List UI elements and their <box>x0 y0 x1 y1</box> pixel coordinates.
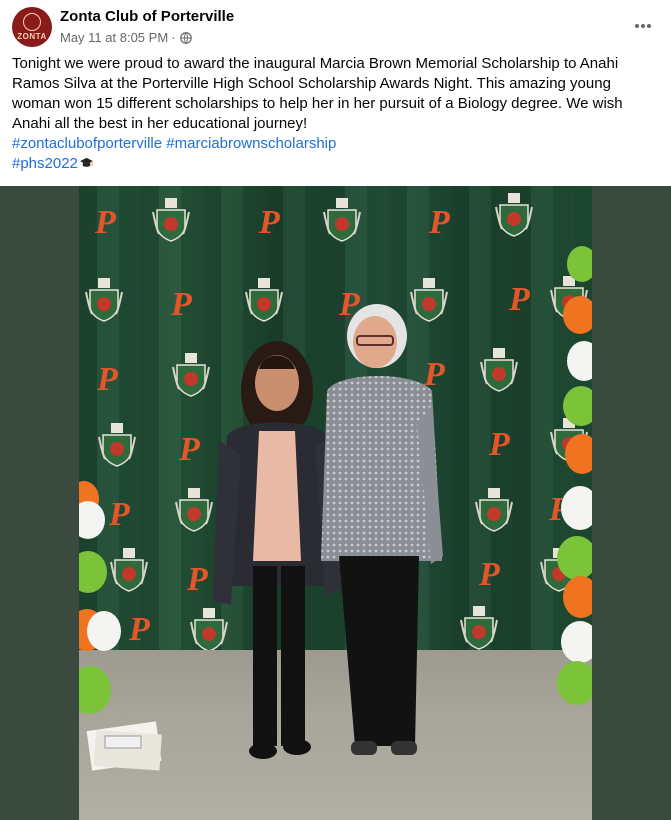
post-photo[interactable]: P P P P P P P P P P P P P P P <box>79 186 592 820</box>
hashtag-link[interactable]: #zontaclubofporterville <box>12 135 162 152</box>
post-body: Tonight we were proud to award the inaug… <box>12 54 662 174</box>
crest-icon <box>475 488 513 532</box>
page-avatar[interactable]: ZONTA <box>12 7 52 47</box>
backdrop-letter: P <box>97 361 118 398</box>
post-header: ZONTA Zonta Club of Porterville May 11 a… <box>0 0 671 52</box>
avatar-text: ZONTA <box>17 32 47 41</box>
post-message: Tonight we were proud to award the inaug… <box>12 55 623 132</box>
meta-separator: · <box>171 30 176 45</box>
zonta-emblem-icon <box>23 13 41 31</box>
backdrop-letter: P <box>129 611 150 648</box>
backdrop-letter: P <box>509 281 530 318</box>
crest-icon <box>480 348 518 392</box>
crest-icon <box>323 198 361 242</box>
crest-icon <box>460 606 498 650</box>
backdrop-letter: P <box>259 204 280 241</box>
hashtag-link[interactable]: #marciabrownscholarship <box>166 135 336 152</box>
post-timestamp[interactable]: May 11 at 8:05 PM <box>60 30 168 45</box>
backdrop-letter: P <box>479 556 500 593</box>
papers-stack <box>86 721 162 771</box>
hashtag-line-1: #zontaclubofporterville #marciabrownscho… <box>12 134 662 154</box>
crest-icon <box>172 353 210 397</box>
balloon-column-left <box>79 481 129 731</box>
crest-icon <box>85 278 123 322</box>
crest-icon <box>245 278 283 322</box>
crest-icon <box>98 423 136 467</box>
backdrop-letter: P <box>95 204 116 241</box>
backdrop-letter: P <box>429 204 450 241</box>
backdrop-letter: P <box>489 426 510 463</box>
crest-icon <box>495 193 533 237</box>
crest-icon <box>175 488 213 532</box>
graduation-cap-icon <box>79 157 93 167</box>
presenter-figure <box>321 304 443 755</box>
crest-icon <box>152 198 190 242</box>
hashtag-link[interactable]: #phs2022 <box>12 155 78 172</box>
backdrop-letter: P <box>179 431 200 468</box>
globe-icon[interactable] <box>179 31 192 44</box>
balloon-column-right <box>557 246 592 705</box>
page-name-link[interactable]: Zonta Club of Porterville <box>60 8 234 25</box>
hashtag-line-2: #phs2022 <box>12 154 662 174</box>
post-meta: May 11 at 8:05 PM · <box>60 30 192 45</box>
more-options-icon[interactable] <box>631 14 655 38</box>
post-photo-frame[interactable]: P P P P P P P P P P P P P P P <box>0 186 671 820</box>
backdrop-letter: P <box>187 561 208 598</box>
backdrop-letter: P <box>171 286 192 323</box>
